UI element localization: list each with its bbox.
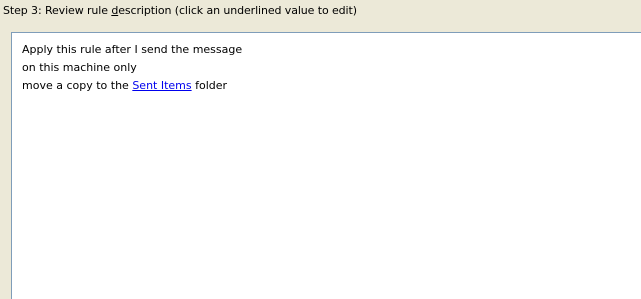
- step3-label: Step 3: Review rule description (click a…: [3, 4, 357, 17]
- rule-scope-line: on this machine only: [22, 61, 137, 74]
- rule-description-box[interactable]: Apply this rule after I send the message…: [11, 32, 641, 299]
- rule-action-prefix: move a copy to the: [22, 79, 133, 92]
- step3-label-prefix: Step 3: Review rule: [3, 4, 112, 17]
- step3-label-suffix: escription (click an underlined value to…: [118, 4, 357, 17]
- rule-action-suffix: folder: [191, 79, 228, 92]
- rule-condition-line: Apply this rule after I send the message: [22, 43, 243, 56]
- rule-action-line: move a copy to the Sent Items folder: [22, 78, 227, 94]
- sent-items-folder-link[interactable]: Sent Items: [132, 79, 191, 92]
